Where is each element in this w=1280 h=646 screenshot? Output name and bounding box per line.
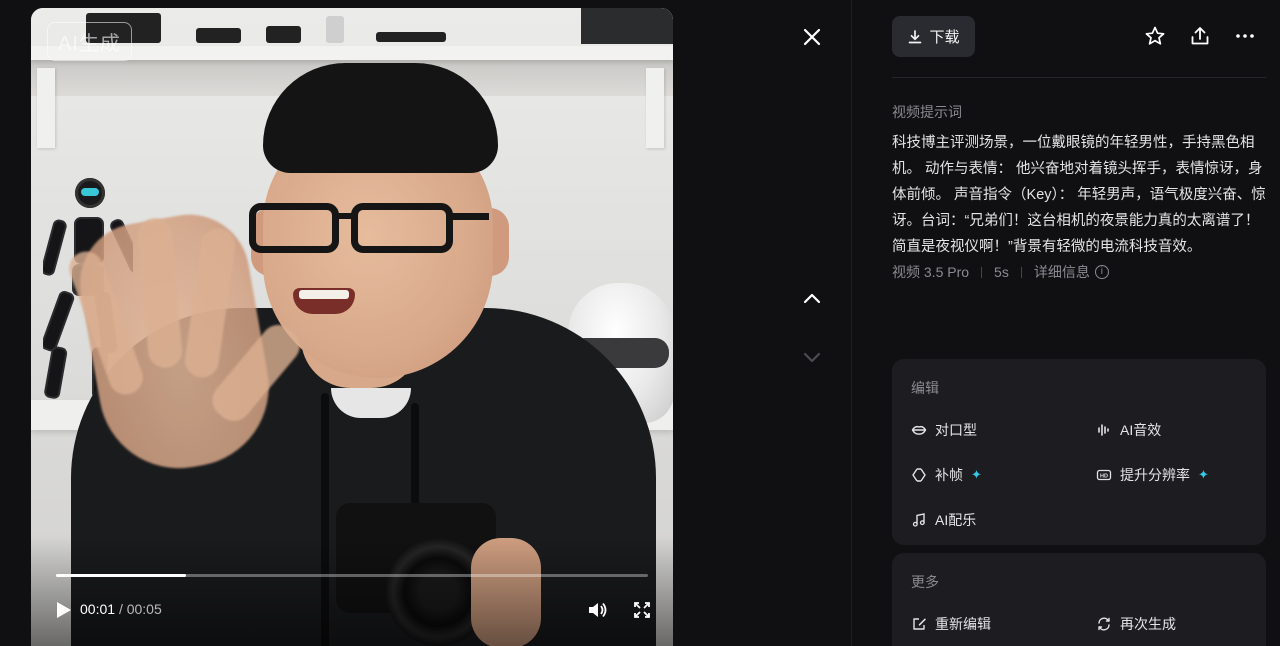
lips-icon	[911, 425, 927, 435]
more-icon[interactable]	[1234, 25, 1256, 47]
hd-icon: HD	[1096, 469, 1112, 481]
regenerate-button[interactable]: 再次生成	[1096, 614, 1176, 634]
panel-divider	[851, 0, 852, 646]
close-icon[interactable]	[800, 25, 824, 49]
video-time: 00:01 / 00:05	[80, 601, 162, 617]
generation-meta: 视频 3.5 Pro 5s 详细信息 i	[892, 262, 1109, 282]
frame-interpolation-label: 补帧	[935, 467, 963, 483]
share-icon[interactable]	[1189, 25, 1211, 47]
current-time: 00:01	[80, 601, 116, 617]
ai-music-label: AI配乐	[935, 512, 977, 528]
more-card: 更多 重新编辑 再次生成	[892, 553, 1266, 646]
chevron-up-icon[interactable]	[800, 287, 824, 311]
fullscreen-icon[interactable]	[631, 599, 653, 621]
music-note-icon	[912, 513, 925, 527]
svg-text:HD: HD	[1100, 473, 1108, 479]
sound-wave-icon	[1098, 424, 1109, 436]
video-progress-bar[interactable]	[56, 574, 648, 577]
lip-sync-button[interactable]: 对口型	[911, 420, 977, 440]
refresh-icon	[1098, 617, 1110, 631]
download-label: 下载	[929, 29, 960, 46]
re-edit-button[interactable]: 重新编辑	[911, 614, 991, 634]
frame-interpolation-button[interactable]: 补帧 ✦	[911, 465, 982, 485]
regenerate-label: 再次生成	[1120, 616, 1176, 632]
viewer-root: AI生成 00:01 / 00:05 下载 视频提示词 科技博主评测场景，一位戴…	[0, 0, 1280, 646]
duration-label: 5s	[994, 264, 1009, 280]
play-icon[interactable]	[52, 599, 74, 621]
video-progress-fill	[56, 574, 187, 577]
star-icon[interactable]	[1144, 25, 1166, 47]
details-link[interactable]: 详细信息	[1034, 262, 1090, 282]
re-edit-label: 重新编辑	[935, 616, 991, 632]
edit-card: 编辑 对口型 AI音效 补帧 ✦ HD 提升分辨率 ✦ AI配乐	[892, 359, 1266, 545]
upscale-label: 提升分辨率	[1120, 467, 1190, 483]
download-button[interactable]: 下载	[892, 16, 975, 57]
prompt-text: 科技博主评测场景，一位戴眼镜的年轻男性，手持黑色相机。 动作与表情： 他兴奋地对…	[892, 135, 1266, 255]
info-icon[interactable]: i	[1094, 265, 1109, 279]
edit-title: 编辑	[911, 380, 939, 396]
download-icon	[909, 29, 922, 43]
video-player[interactable]: AI生成 00:01 / 00:05	[31, 8, 673, 646]
edit-icon	[913, 618, 926, 630]
upscale-button[interactable]: HD 提升分辨率 ✦	[1096, 465, 1209, 485]
total-time: / 00:05	[118, 601, 162, 617]
header-divider	[892, 77, 1266, 78]
ai-generated-watermark: AI生成	[47, 22, 132, 61]
ai-sound-effect-label: AI音效	[1120, 422, 1162, 438]
ai-sound-effect-button[interactable]: AI音效	[1096, 420, 1161, 440]
sparkle-icon: ✦	[1198, 467, 1209, 482]
ai-music-button[interactable]: AI配乐	[911, 510, 976, 530]
sparkle-icon: ✦	[971, 467, 982, 482]
volume-icon[interactable]	[586, 599, 608, 621]
more-title: 更多	[911, 574, 939, 590]
frame-interpolation-icon	[912, 468, 926, 482]
prompt-title: 视频提示词	[892, 104, 962, 120]
chevron-down-icon[interactable]	[800, 345, 824, 369]
model-label: 视频 3.5 Pro	[892, 264, 970, 280]
lip-sync-label: 对口型	[935, 422, 977, 438]
